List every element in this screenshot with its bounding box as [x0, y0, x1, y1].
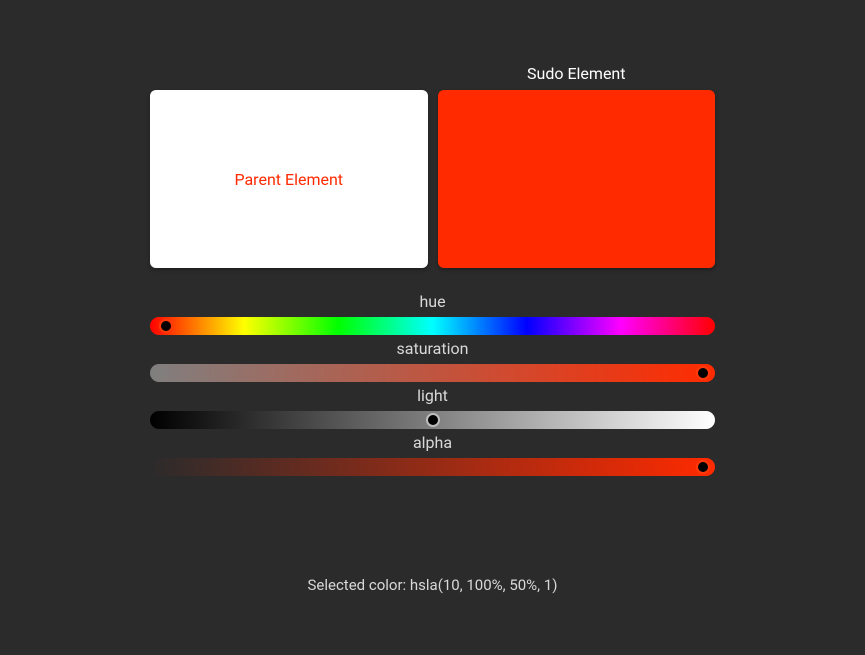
hue-thumb[interactable] [159, 319, 173, 333]
hue-slider[interactable] [150, 317, 715, 335]
alpha-slider-block: alpha [150, 433, 715, 476]
light-slider[interactable] [150, 411, 715, 429]
hue-slider-block: hue [150, 292, 715, 335]
saturation-thumb[interactable] [696, 366, 710, 380]
parent-element-panel: Parent Element [150, 90, 428, 268]
selected-color-prefix: Selected color: [307, 576, 409, 594]
hue-label: hue [150, 292, 715, 311]
alpha-slider[interactable] [150, 458, 715, 476]
saturation-label: saturation [150, 339, 715, 358]
alpha-thumb[interactable] [696, 460, 710, 474]
sudo-element-panel: Sudo Element [438, 90, 716, 268]
saturation-slider[interactable] [150, 364, 715, 382]
parent-element-label: Parent Element [234, 170, 343, 189]
light-label: light [150, 386, 715, 405]
selected-color-readout: Selected color: hsla(10, 100%, 50%, 1) [0, 576, 865, 594]
light-thumb[interactable] [426, 413, 440, 427]
saturation-slider-block: saturation [150, 339, 715, 382]
selected-color-value: hsla(10, 100%, 50%, 1) [410, 576, 558, 594]
sudo-element-title: Sudo Element [438, 64, 716, 83]
light-slider-block: light [150, 386, 715, 429]
alpha-label: alpha [150, 433, 715, 452]
